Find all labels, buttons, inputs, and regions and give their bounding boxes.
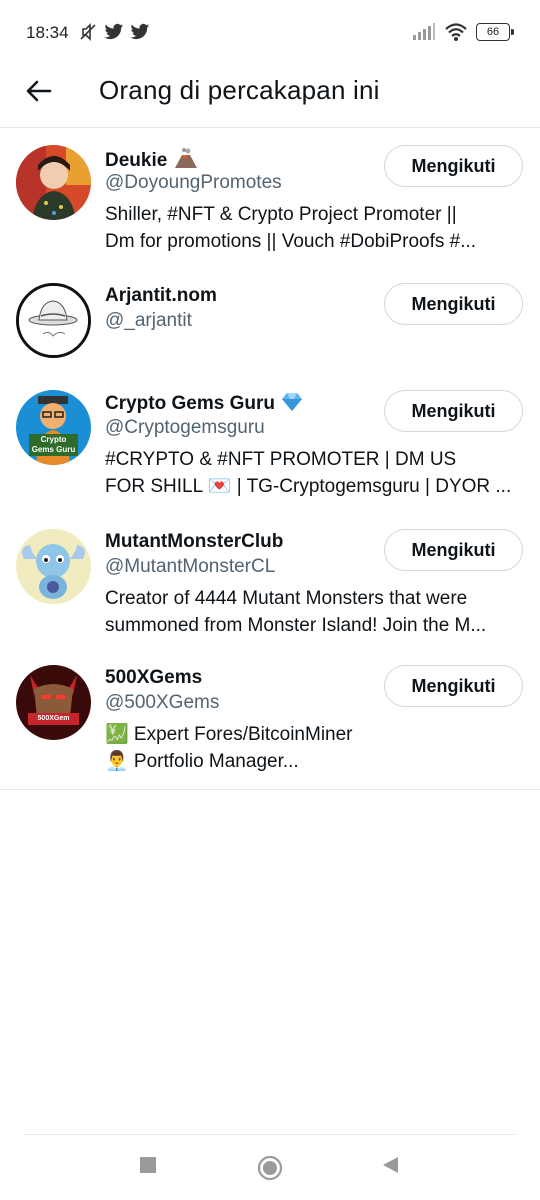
user-name-text: Deukie [105,150,168,171]
user-handle: @DoyoungPromotes [105,172,282,193]
avatar-label: Crypto Gems Guru [29,435,78,455]
back-button[interactable] [22,74,56,108]
square-icon [140,1157,156,1173]
avatar-image [16,145,91,220]
user-name-text: Crypto Gems Guru [105,393,275,414]
status-time: 18:34 [26,23,69,42]
recent-apps-button[interactable] [138,1155,158,1175]
bio-line: FOR SHILL 💌 | TG-Cryptogemsguru | DYOR .… [105,476,512,497]
user-bio: Shiller, #NFT & Crypto Project Promoter … [105,201,515,255]
user-bio: #CRYPTO & #NFT PROMOTER | DM US FOR SHIL… [105,446,515,500]
status-system-icons: 66 [412,22,514,42]
wifi-icon [445,23,467,41]
bio-line: Shiller, #NFT & Crypto Project Promoter … [105,204,457,225]
bio-line: Creator of 4444 Mutant Monsters that wer… [105,588,468,609]
user-handle: @Cryptogemsguru [105,417,265,438]
bio-line: summoned from Monster Island! Join the M… [105,615,487,636]
following-button[interactable]: Mengikuti [384,283,523,325]
battery-level: 66 [486,26,500,38]
avatar-image [16,665,91,740]
user-name[interactable]: Deukie [105,147,199,175]
avatar[interactable]: 500XGem [16,665,91,740]
following-button[interactable]: Mengikuti [384,145,523,187]
user-row[interactable]: 500XGem 500XGems @500XGems 💹 Expert Fore… [0,649,540,773]
user-row[interactable]: Crypto Gems Guru Crypto Gems Guru @Crypt… [0,374,540,513]
bio-line: Dm for promotions || Vouch #DobiProofs #… [105,231,477,252]
volcano-icon [173,147,199,175]
bio-line: #CRYPTO & #NFT PROMOTER | DM US [105,449,457,470]
app-header: Orang di percakapan ini [0,62,540,128]
user-handle: @500XGems [105,692,220,713]
avatar-image [19,286,88,355]
user-bio: 💹 Expert Fores/BitcoinMiner 👨‍💼 Portfoli… [105,721,515,775]
avatar[interactable] [16,529,91,604]
status-bar: 18:34 66 [0,0,540,62]
user-handle: @MutantMonsterCL [105,556,276,577]
bio-line: 👨‍💼 Portfolio Manager... [105,751,299,772]
avatar-label: 500XGem [37,715,70,722]
avatar[interactable]: Crypto Gems Guru [16,390,91,465]
user-row[interactable]: MutantMonsterClub @MutantMonsterCL Creat… [0,513,540,649]
mute-icon [80,23,96,41]
status-notification-icons [78,22,150,42]
twitter-icon [130,23,150,40]
nav-divider [24,1134,516,1135]
battery-icon: 66 [476,23,514,41]
arrow-left-icon [26,80,52,102]
home-button[interactable] [257,1155,283,1181]
following-button[interactable]: Mengikuti [384,390,523,432]
back-nav-button[interactable] [380,1155,400,1175]
user-bio: Creator of 4444 Mutant Monsters that wer… [105,585,515,639]
user-handle: @_arjantit [105,310,192,331]
avatar-label-line: Gems Guru [31,445,76,454]
signal-icon [413,23,435,40]
triangle-back-icon [383,1157,398,1173]
following-button[interactable]: Mengikuti [384,529,523,571]
twitter-icon [104,23,124,40]
user-name[interactable]: Crypto Gems Guru [105,392,304,418]
gem-icon [280,392,304,418]
avatar[interactable] [16,145,91,220]
avatar-label-line: Crypto [40,435,67,444]
user-list: Deukie @DoyoungPromotes Shiller, #NFT & … [0,129,540,790]
circle-icon [257,1155,283,1181]
following-button[interactable]: Mengikuti [384,665,523,707]
user-name[interactable]: MutantMonsterClub [105,531,283,553]
user-name[interactable]: Arjantit.nom [105,285,217,307]
user-row[interactable]: Arjantit.nom @_arjantit Mengikuti [0,267,540,374]
avatar-image [16,529,91,604]
user-row[interactable]: Deukie @DoyoungPromotes Shiller, #NFT & … [0,129,540,267]
page-title: Orang di percakapan ini [99,75,380,105]
user-name[interactable]: 500XGems [105,667,202,689]
bio-line: 💹 Expert Fores/BitcoinMiner [105,724,353,745]
avatar[interactable] [16,283,91,358]
